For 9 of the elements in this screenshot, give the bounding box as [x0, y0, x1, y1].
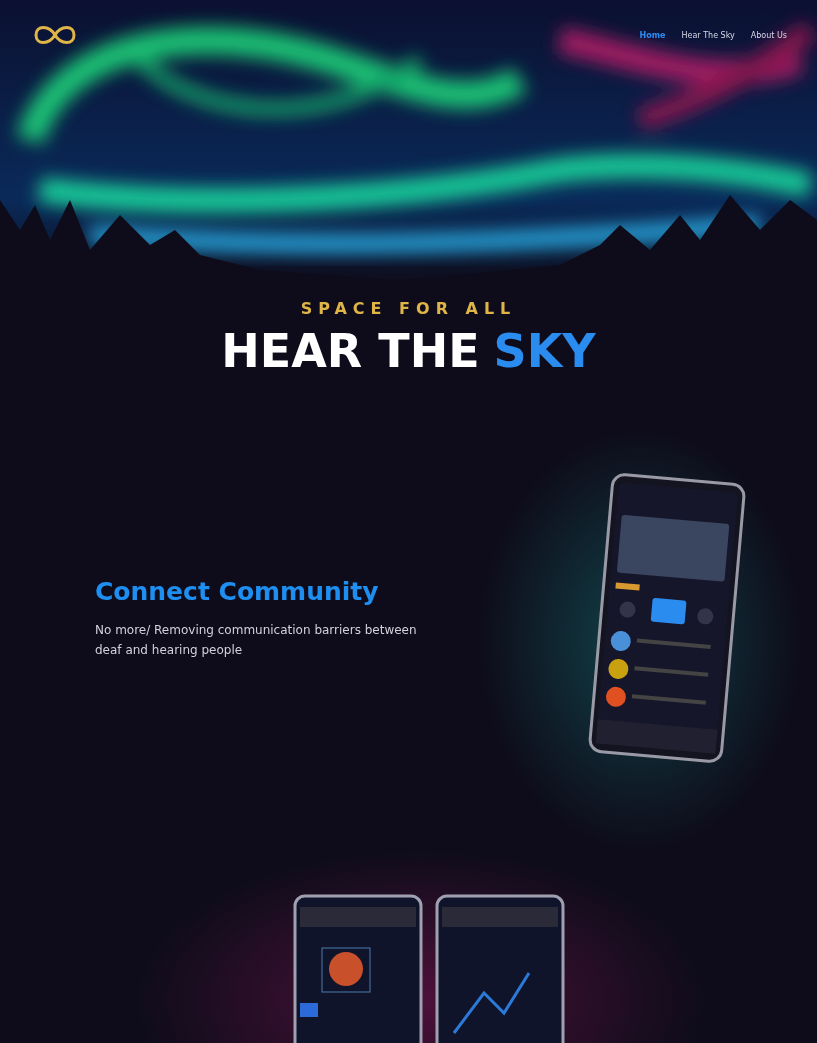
infinity-logo-icon [32, 23, 78, 47]
hero-title-accent: SKY [493, 324, 596, 378]
feature-text: No more/ Removing communication barriers between deaf and hearing people [95, 621, 418, 659]
nav-link[interactable]: Home [639, 30, 666, 40]
feature-heading: Connect Community [95, 576, 380, 606]
nav-link[interactable]: About Us [750, 30, 787, 40]
hero-title: HEAR THE [221, 324, 480, 378]
nav-link[interactable]: Hear The Sky [681, 30, 735, 40]
hero-kicker: SPACE FOR ALL [300, 299, 517, 318]
